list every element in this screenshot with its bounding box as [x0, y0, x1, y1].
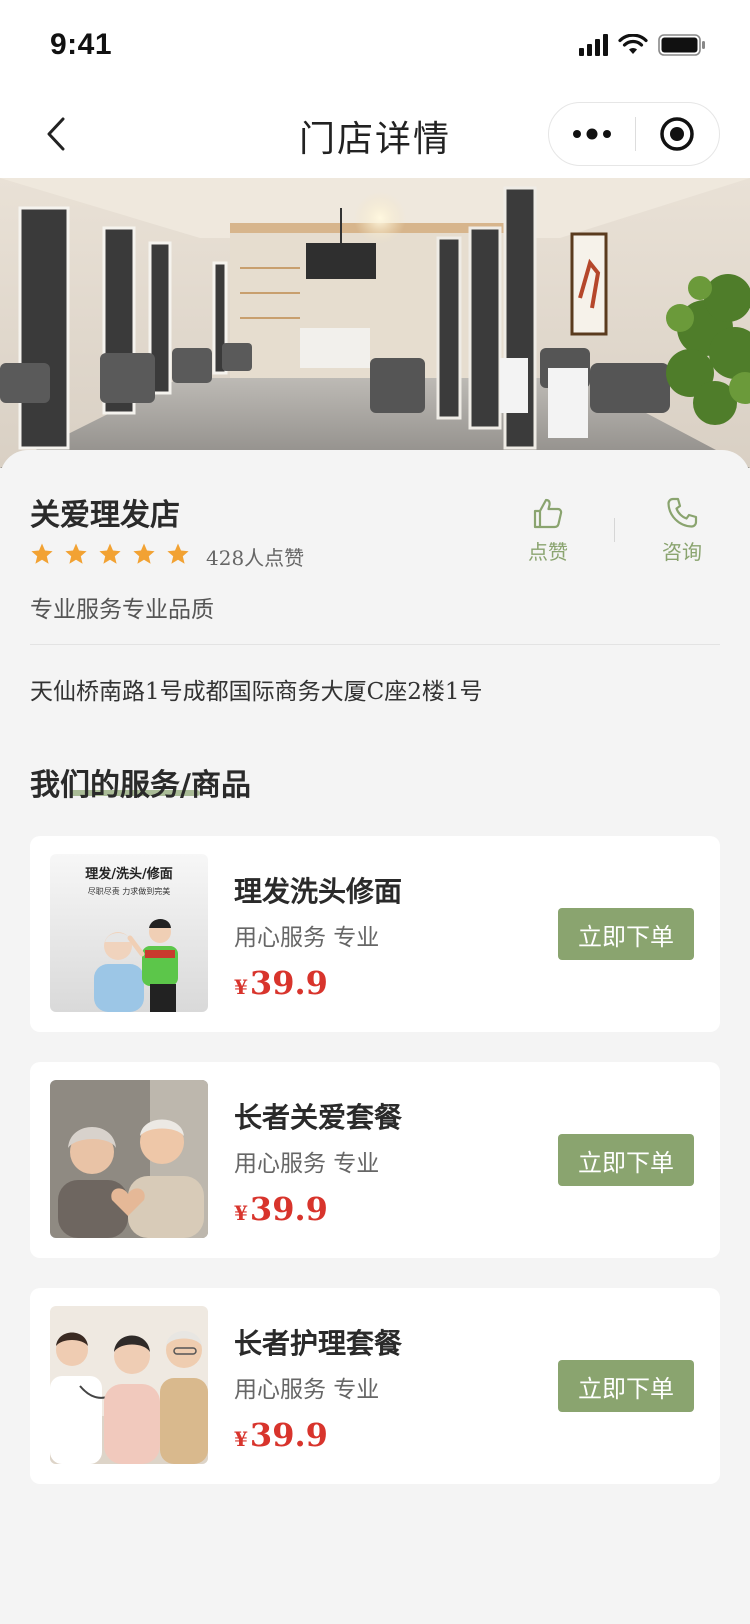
service-price: ¥39.9	[234, 964, 328, 1002]
service-description: 用心服务 专业	[234, 925, 380, 951]
service-card: 长者关爱套餐 用心服务 专业 ¥39.9 立即下单	[30, 1062, 720, 1258]
thumbnail-banner-title: 理发/洗头/修面	[85, 866, 173, 882]
order-now-button[interactable]: 立即下单	[558, 1134, 694, 1186]
service-thumbnail	[50, 1080, 208, 1238]
thumbs-up-icon	[533, 498, 563, 529]
star-rating	[30, 542, 190, 566]
wifi-icon	[618, 34, 648, 54]
service-card: 理发/洗头/修面 尽职尽责 力求做到完美 理发洗头修面 用心服务 专业 ¥39.…	[30, 836, 720, 1032]
order-now-button[interactable]: 立即下单	[558, 908, 694, 960]
price-currency: ¥	[234, 1427, 248, 1451]
service-description: 用心服务 专业	[234, 1151, 380, 1177]
status-icons	[579, 34, 706, 56]
price-amount: 39.9	[249, 1190, 328, 1228]
service-price: ¥39.9	[234, 1190, 328, 1228]
service-description: 用心服务 专业	[234, 1377, 380, 1403]
close-button[interactable]	[636, 102, 720, 166]
navigation-bar: 门店详情	[0, 90, 750, 178]
price-amount: 39.9	[249, 964, 328, 1002]
service-title: 长者护理套餐	[234, 1327, 403, 1360]
store-address: 天仙桥南路1号成都国际商务大厦C座2楼1号	[30, 679, 483, 705]
cellular-signal-icon	[579, 34, 608, 56]
battery-icon	[658, 34, 705, 56]
service-thumbnail	[50, 1306, 208, 1464]
like-button[interactable]: 点赞	[518, 496, 578, 565]
mini-program-capsule	[548, 102, 720, 166]
star-icon	[31, 543, 53, 564]
price-currency: ¥	[234, 975, 248, 999]
status-time: 9:41	[50, 28, 113, 61]
service-title: 长者关爱套餐	[234, 1101, 403, 1134]
order-now-button[interactable]: 立即下单	[558, 1360, 694, 1412]
store-name: 关爱理发店	[30, 498, 180, 533]
service-thumbnail: 理发/洗头/修面 尽职尽责 力求做到完美	[50, 854, 208, 1012]
price-currency: ¥	[234, 1201, 248, 1225]
action-divider	[614, 518, 615, 542]
star-icon	[99, 543, 121, 564]
service-card: 长者护理套餐 用心服务 专业 ¥39.9 立即下单	[30, 1288, 720, 1484]
likes-count: 428人点赞	[206, 546, 305, 570]
service-price: ¥39.9	[234, 1416, 328, 1454]
consult-label: 咨询	[662, 540, 702, 564]
phone-icon	[667, 497, 698, 528]
store-info-card: 关爱理发店 428人点赞 专业服务专业品质 点赞 咨询 天仙桥南路1号成都国际商…	[0, 450, 750, 710]
service-title: 理发洗头修面	[234, 875, 403, 908]
status-bar: 9:41	[0, 0, 750, 90]
star-icon	[133, 543, 155, 564]
like-label: 点赞	[528, 540, 568, 564]
section-title: 我们的服务/商品	[30, 768, 251, 803]
store-slogan: 专业服务专业品质	[30, 597, 214, 623]
more-button[interactable]	[549, 102, 635, 166]
more-dots-icon	[572, 128, 611, 140]
thumbnail-banner-subtitle: 尽职尽责 力求做到完美	[88, 886, 171, 896]
divider	[30, 644, 720, 645]
star-icon	[167, 543, 189, 564]
star-icon	[65, 543, 87, 564]
price-amount: 39.9	[249, 1416, 328, 1454]
target-close-icon	[660, 117, 694, 151]
store-hero-image	[0, 178, 750, 468]
consult-button[interactable]: 咨询	[652, 496, 712, 565]
